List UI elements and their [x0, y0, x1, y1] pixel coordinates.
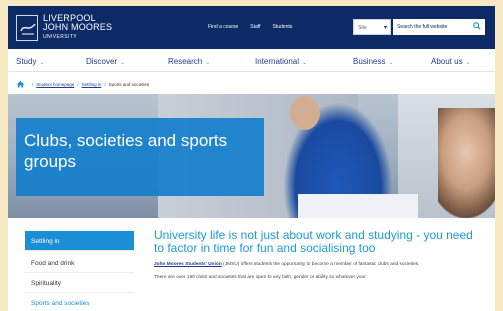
page-heading: University life is not just about work a…	[154, 228, 473, 255]
chevron-down-icon: ⌄	[39, 60, 45, 66]
chevron-down-icon: ⌄	[205, 60, 211, 66]
nav-item-research[interactable]: Research ⌄	[168, 57, 210, 66]
nav-item-about-us[interactable]: About us ⌄	[431, 57, 471, 66]
chevron-down-icon: ⌄	[388, 60, 394, 66]
nav-label: Study	[16, 57, 37, 66]
students-link[interactable]: Students	[273, 24, 293, 30]
students-union-link[interactable]: John Moores Students' Union	[154, 262, 222, 267]
breadcrumb-current: Sports and societies	[108, 81, 150, 87]
sidebar-item-settling-in[interactable]: Settling in	[25, 231, 134, 251]
hero-title: Clubs, societies and sports groups	[16, 118, 264, 196]
crest-icon	[16, 15, 38, 41]
breadcrumb: / Student homepage / Settling in / Sport…	[16, 80, 149, 88]
search-icon[interactable]	[473, 22, 481, 32]
top-links: Find a course Staff Students	[208, 24, 292, 30]
main-content: University life is not just about work a…	[154, 229, 484, 281]
breadcrumb-separator: /	[104, 81, 106, 87]
main-nav: Study ⌄ Discover ⌄ Research ⌄ International…	[8, 49, 495, 72]
logo-text-line2: JOHN MOORES	[43, 22, 113, 32]
find-course-link[interactable]: Find a course	[208, 24, 238, 30]
sidebar-item-spirituality[interactable]: Spirituality	[25, 273, 134, 293]
nav-item-international[interactable]: International ⌄	[255, 57, 307, 66]
home-icon[interactable]	[16, 80, 25, 88]
search-input[interactable]: Search the full website	[393, 19, 485, 35]
nav-label: Discover	[86, 57, 118, 66]
hero-student-smiling	[438, 108, 495, 218]
sidebar-item-sports-and-societies[interactable]: Sports and societies	[25, 293, 134, 311]
university-logo[interactable]: LIVERPOOL JOHN MOORES UNIVERSITY	[16, 13, 116, 43]
nav-label: About us	[431, 57, 463, 66]
nav-item-discover[interactable]: Discover ⌄	[86, 57, 125, 66]
logo-text-line3: UNIVERSITY	[43, 34, 78, 40]
breadcrumb-separator: /	[77, 81, 79, 87]
chevron-down-icon: ⌄	[465, 60, 471, 66]
page-frame: LIVERPOOL JOHN MOORES UNIVERSITY Find a …	[8, 6, 495, 311]
hero-table	[298, 194, 418, 218]
section-sidebar: Settling in Food and drink Spirituality …	[25, 231, 134, 311]
nav-item-business[interactable]: Business ⌄	[353, 57, 394, 66]
hero-student-head	[290, 96, 320, 130]
sidebar-item-food-and-drink[interactable]: Food and drink	[25, 253, 134, 273]
nav-label: Business	[353, 57, 386, 66]
clubs-paragraph: There are over 180 clubs and societies t…	[154, 275, 366, 280]
chevron-down-icon: ⌄	[302, 60, 308, 66]
chevron-down-icon: ▾	[383, 25, 387, 31]
breadcrumb-separator: /	[32, 81, 34, 87]
breadcrumb-settling-in[interactable]: Settling in	[82, 82, 102, 87]
site-scope-value: Site	[358, 25, 367, 31]
staff-link[interactable]: Staff	[250, 24, 260, 30]
site-header: LIVERPOOL JOHN MOORES UNIVERSITY Find a …	[8, 6, 495, 49]
nav-item-study[interactable]: Study ⌄	[16, 57, 45, 66]
intro-paragraph-text: (JMSU) offers students the opportunity t…	[221, 262, 420, 267]
chevron-down-icon: ⌄	[120, 60, 126, 66]
intro-paragraph: John Moores Students' Union (JMSU) offer…	[154, 261, 484, 268]
nav-label: Research	[168, 57, 203, 66]
site-scope-select[interactable]: Site ▾	[353, 19, 391, 35]
search-placeholder: Search the full website	[397, 24, 448, 30]
breadcrumb-student-homepage[interactable]: Student homepage	[36, 82, 74, 87]
nav-label: International	[255, 57, 300, 66]
